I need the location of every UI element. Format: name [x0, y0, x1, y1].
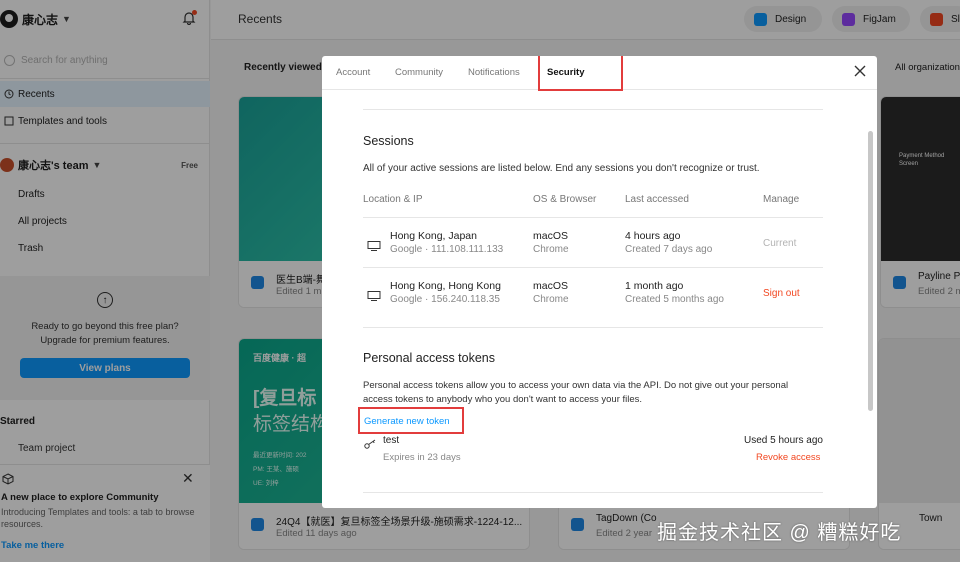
- divider: [363, 217, 823, 218]
- scrollbar-thumb[interactable]: [868, 131, 873, 411]
- tab-notifications[interactable]: Notifications: [468, 67, 520, 78]
- revoke-access-button[interactable]: Revoke access: [756, 452, 820, 463]
- session-ip: Google · 111.108.111.133: [390, 244, 504, 255]
- tokens-description-line-1: Personal access tokens allow you to acce…: [363, 380, 789, 391]
- session-os: macOS: [533, 230, 569, 242]
- monitor-icon: [367, 288, 381, 301]
- session-os: macOS: [533, 280, 569, 292]
- tokens-description-line-2: access tokens to anybody who you don't w…: [363, 394, 643, 405]
- current-session-label: Current: [763, 238, 797, 249]
- session-browser: Chrome: [533, 244, 569, 255]
- session-created: Created 7 days ago: [625, 244, 713, 255]
- generate-token-button[interactable]: Generate new token: [358, 407, 464, 434]
- col-header-location: Location & IP: [363, 194, 423, 205]
- sign-out-button[interactable]: Sign out: [763, 288, 800, 299]
- watermark: 掘金技术社区 @ 糟糕好吃: [657, 522, 902, 544]
- security-tab-highlight: [538, 56, 623, 91]
- session-location: Hong Kong, Japan: [390, 230, 477, 242]
- sessions-heading: Sessions: [363, 134, 414, 148]
- settings-modal: Account Community Notifications Security…: [322, 56, 877, 508]
- divider: [363, 267, 823, 268]
- tab-community[interactable]: Community: [395, 67, 443, 78]
- generate-token-label: Generate new token: [364, 416, 450, 427]
- session-last-accessed: 4 hours ago: [625, 230, 681, 242]
- token-expires: Expires in 23 days: [383, 452, 461, 463]
- divider: [363, 109, 823, 110]
- token-last-used: Used 5 hours ago: [744, 435, 823, 446]
- col-header-last-accessed: Last accessed: [625, 194, 689, 205]
- divider: [363, 327, 823, 328]
- session-ip: Google · 156.240.118.35: [390, 294, 500, 305]
- close-icon[interactable]: [853, 64, 867, 78]
- tokens-description: Personal access tokens allow you to acce…: [363, 379, 788, 407]
- session-browser: Chrome: [533, 294, 569, 305]
- col-header-os: OS & Browser: [533, 194, 597, 205]
- tokens-heading: Personal access tokens: [363, 351, 496, 365]
- session-last-accessed: 1 month ago: [625, 280, 684, 292]
- tab-account[interactable]: Account: [336, 67, 370, 78]
- col-header-manage: Manage: [763, 194, 800, 205]
- key-icon: [364, 436, 377, 449]
- session-location: Hong Kong, Hong Kong: [390, 280, 501, 292]
- sessions-description: All of your active sessions are listed b…: [363, 163, 760, 174]
- token-name: test: [383, 435, 400, 446]
- divider: [363, 492, 823, 493]
- monitor-icon: [367, 238, 381, 251]
- session-created: Created 5 months ago: [625, 294, 724, 305]
- settings-tabs: Account Community Notifications Security: [322, 56, 877, 91]
